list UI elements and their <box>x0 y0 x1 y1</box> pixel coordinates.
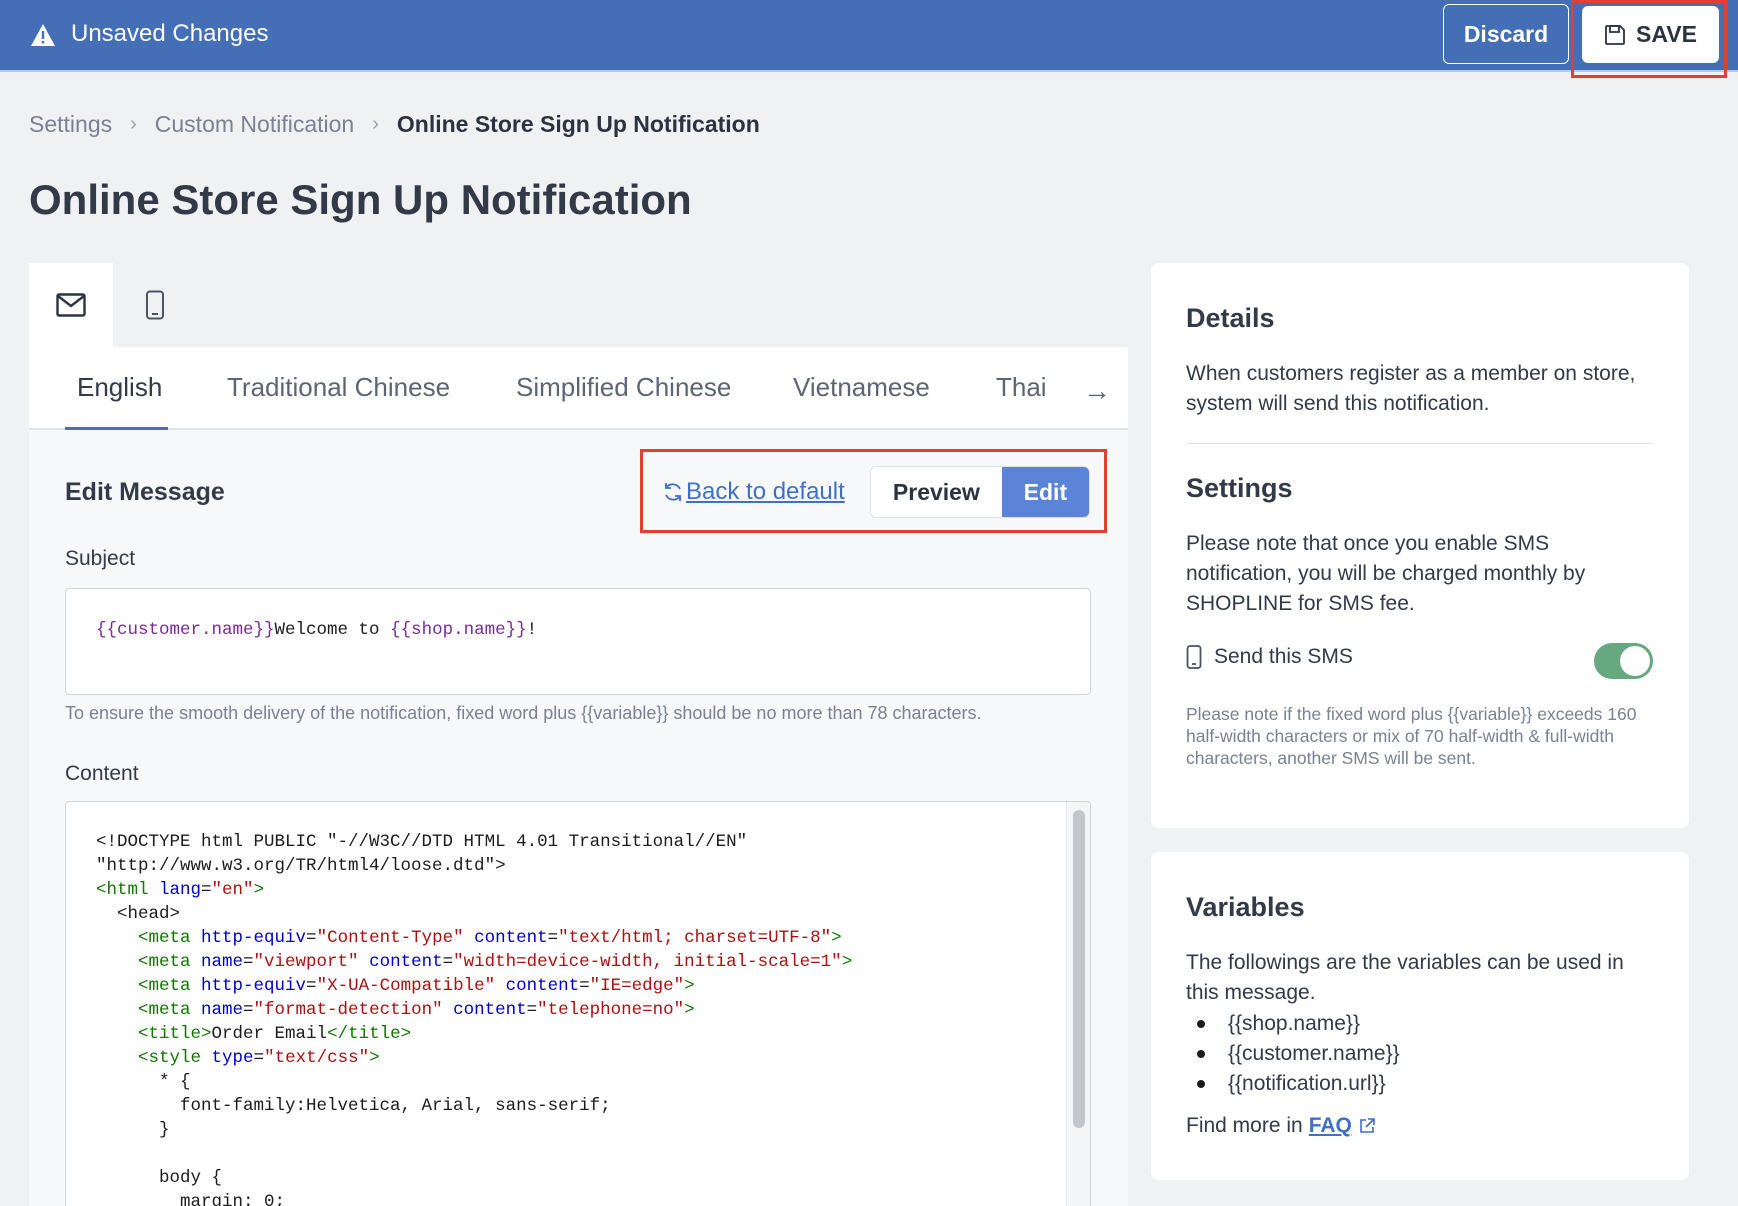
divider <box>1186 443 1653 444</box>
back-to-default-label: Back to default <box>686 478 845 505</box>
save-label: SAVE <box>1636 21 1697 47</box>
faq-link[interactable]: FAQ <box>1309 1114 1376 1138</box>
mobile-icon <box>146 290 164 320</box>
tab-thai[interactable]: Thai <box>996 372 1047 403</box>
code-line: <title>Order Email</title> <box>96 1024 412 1044</box>
discard-button[interactable]: Discard <box>1443 4 1569 64</box>
editor-panel: English Traditional Chinese Simplified C… <box>29 347 1128 1206</box>
code-line: <head> <box>96 904 181 924</box>
code-line: <!DOCTYPE html PUBLIC "-//W3C//DTD HTML … <box>96 832 748 852</box>
list-item: {{notification.url}} <box>1186 1069 1400 1099</box>
send-sms-row: Send this SMS <box>1186 645 1353 669</box>
preview-edit-toggle: Preview Edit <box>870 466 1090 518</box>
breadcrumb-settings[interactable]: Settings <box>29 111 112 138</box>
content-editor[interactable]: <!DOCTYPE html PUBLIC "-//W3C//DTD HTML … <box>65 801 1091 1206</box>
code-line: font-family:Helvetica, Arial, sans-serif… <box>96 1096 611 1116</box>
back-to-default-link[interactable]: Back to default <box>662 478 845 506</box>
warning-icon <box>31 24 55 46</box>
edit-button[interactable]: Edit <box>1001 467 1089 517</box>
subject-input[interactable]: {{customer.name}}Welcome to {{shop.name}… <box>65 588 1091 695</box>
arrow-right-icon[interactable]: → <box>1083 375 1111 407</box>
tab-vietnamese[interactable]: Vietnamese <box>793 372 930 403</box>
chevron-right-icon: › <box>130 113 137 135</box>
variables-list: {{shop.name}} {{customer.name}} {{notifi… <box>1186 1009 1400 1099</box>
breadcrumb-custom-notification[interactable]: Custom Notification <box>155 111 354 138</box>
breadcrumb-current: Online Store Sign Up Notification <box>396 111 760 137</box>
details-card: Details When customers register as a mem… <box>1151 263 1689 828</box>
code-line: } <box>96 1120 170 1140</box>
subject-value: {{customer.name}}Welcome to {{shop.name}… <box>96 620 538 640</box>
find-more-label: Find more in <box>1186 1114 1303 1137</box>
active-tab-indicator <box>65 427 168 430</box>
content-scrollbar[interactable] <box>1066 802 1090 1206</box>
variables-card: Variables The followings are the variabl… <box>1151 852 1689 1180</box>
refresh-icon <box>665 483 681 501</box>
subject-label: Subject <box>65 547 136 570</box>
tab-sms[interactable] <box>113 263 197 347</box>
send-sms-label: Send this SMS <box>1214 645 1353 668</box>
variables-title: Variables <box>1186 892 1305 922</box>
find-more-row: Find more in FAQ <box>1186 1114 1376 1138</box>
tab-simplified-chinese[interactable]: Simplified Chinese <box>516 372 731 403</box>
unsaved-changes-label: Unsaved Changes <box>71 20 269 47</box>
details-title: Details <box>1186 303 1275 333</box>
channel-tabs <box>29 263 1128 347</box>
code-line: body { <box>96 1168 223 1188</box>
preview-button[interactable]: Preview <box>871 467 1002 517</box>
code-line: <meta http-equiv="X-UA-Compatible" conte… <box>96 976 695 996</box>
language-tabs: English Traditional Chinese Simplified C… <box>29 347 1128 430</box>
toggle-knob <box>1620 646 1650 676</box>
scrollbar-thumb[interactable] <box>1073 810 1085 1128</box>
page-title: Online Store Sign Up Notification <box>29 176 692 223</box>
code-line: <meta name="format-detection" content="t… <box>96 1000 695 1020</box>
details-text: When customers register as a member on s… <box>1186 362 1636 415</box>
code-line: margin: 0; <box>96 1192 286 1206</box>
subject-hint: To ensure the smooth delivery of the not… <box>65 703 982 723</box>
settings-text: Please note that once you enable SMS not… <box>1186 532 1586 615</box>
edit-message-title: Edit Message <box>65 478 225 506</box>
tab-email[interactable] <box>29 263 113 347</box>
save-icon <box>1605 24 1625 45</box>
mail-icon <box>56 293 86 317</box>
tab-english[interactable]: English <box>77 372 162 403</box>
list-item: {{shop.name}} <box>1186 1009 1400 1039</box>
code-area: <!DOCTYPE html PUBLIC "-//W3C//DTD HTML … <box>96 830 852 1206</box>
code-line: <meta http-equiv="Content-Type" content=… <box>96 928 842 948</box>
code-line: <style type="text/css"> <box>96 1048 380 1068</box>
tab-traditional-chinese[interactable]: Traditional Chinese <box>227 372 450 403</box>
save-button[interactable]: SAVE <box>1582 6 1719 63</box>
external-link-icon <box>1360 1118 1375 1133</box>
settings-title: Settings <box>1186 473 1293 503</box>
mobile-icon <box>1186 645 1202 669</box>
code-line: <meta name="viewport" content="width=dev… <box>96 952 853 972</box>
send-sms-toggle[interactable] <box>1594 643 1653 679</box>
code-line: "http://www.w3.org/TR/html4/loose.dtd"> <box>96 856 506 876</box>
sms-note: Please note if the fixed word plus {{var… <box>1186 704 1637 768</box>
variables-text: The followings are the variables can be … <box>1186 951 1624 1004</box>
chevron-right-icon: › <box>372 113 379 135</box>
content-label: Content <box>65 762 139 785</box>
list-item: {{customer.name}} <box>1186 1039 1400 1069</box>
breadcrumb: Settings › Custom Notification › Online … <box>29 111 760 138</box>
code-line: <html lang="en"> <box>96 880 265 900</box>
code-line: * { <box>96 1072 191 1092</box>
unsaved-changes-bar: Unsaved Changes Discard SAVE <box>0 0 1738 78</box>
